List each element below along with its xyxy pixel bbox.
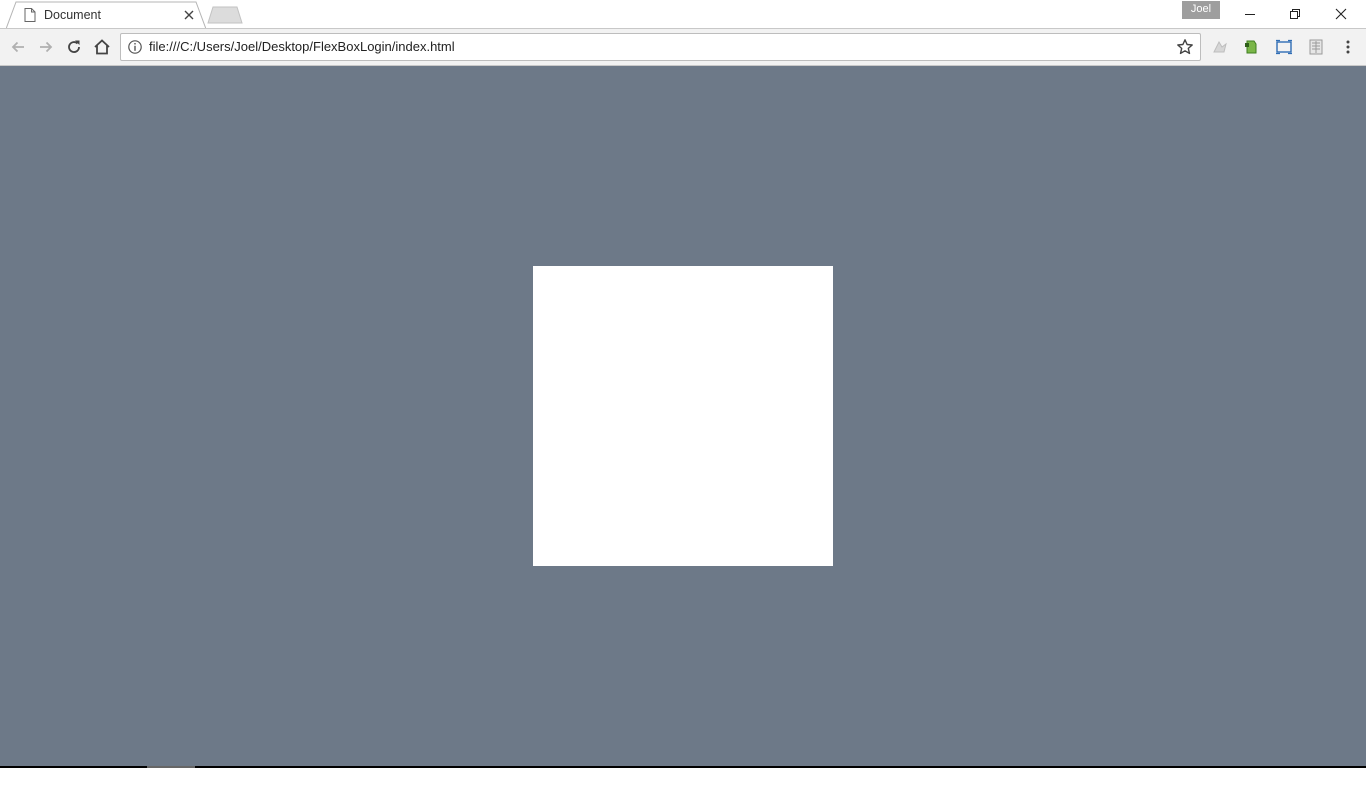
evernote-icon xyxy=(1245,40,1257,54)
star-icon[interactable] xyxy=(1176,38,1194,56)
screenshot-button[interactable] xyxy=(1272,35,1296,59)
reload-button[interactable] xyxy=(62,35,86,59)
close-window-button[interactable] xyxy=(1318,0,1364,28)
screenshot-icon xyxy=(1276,39,1292,55)
forward-arrow-icon xyxy=(40,41,53,53)
info-icon[interactable] xyxy=(127,39,143,55)
extension-grid-icon xyxy=(1309,39,1323,55)
tab-strip: Document Joel xyxy=(0,0,1366,30)
login-card xyxy=(533,266,833,566)
new-tab-icon[interactable] xyxy=(207,6,245,24)
extension-icon xyxy=(1213,40,1227,53)
home-button[interactable] xyxy=(90,35,114,59)
extension-button[interactable] xyxy=(1208,35,1232,59)
close-icon xyxy=(1335,8,1347,20)
profile-badge[interactable]: Joel xyxy=(1182,1,1220,19)
close-icon[interactable] xyxy=(182,8,196,22)
browser-toolbar: file:///C:/Users/Joel/Desktop/FlexBoxLog… xyxy=(0,29,1366,65)
page-icon xyxy=(24,8,36,22)
address-bar[interactable]: file:///C:/Users/Joel/Desktop/FlexBoxLog… xyxy=(120,33,1201,61)
evernote-button[interactable] xyxy=(1239,35,1263,59)
back-button[interactable] xyxy=(6,35,30,59)
taskbar-tick xyxy=(147,766,195,768)
extension-grid-button[interactable] xyxy=(1304,35,1328,59)
minimize-button[interactable] xyxy=(1227,0,1273,28)
back-arrow-icon xyxy=(11,41,24,53)
home-icon xyxy=(94,39,110,55)
restore-button[interactable] xyxy=(1272,0,1318,28)
reload-icon xyxy=(68,40,80,53)
address-url[interactable]: file:///C:/Users/Joel/Desktop/FlexBoxLog… xyxy=(149,39,455,54)
restore-icon xyxy=(1290,9,1300,19)
page-viewport xyxy=(0,66,1366,766)
kebab-menu-icon xyxy=(1346,40,1350,54)
browser-menu-button[interactable] xyxy=(1336,35,1360,59)
tab-shape xyxy=(6,1,206,29)
tab-title: Document xyxy=(44,8,101,22)
taskbar-edge xyxy=(0,766,1366,768)
minimize-icon xyxy=(1245,14,1255,15)
browser-tab[interactable]: Document xyxy=(6,1,206,29)
forward-button[interactable] xyxy=(34,35,58,59)
